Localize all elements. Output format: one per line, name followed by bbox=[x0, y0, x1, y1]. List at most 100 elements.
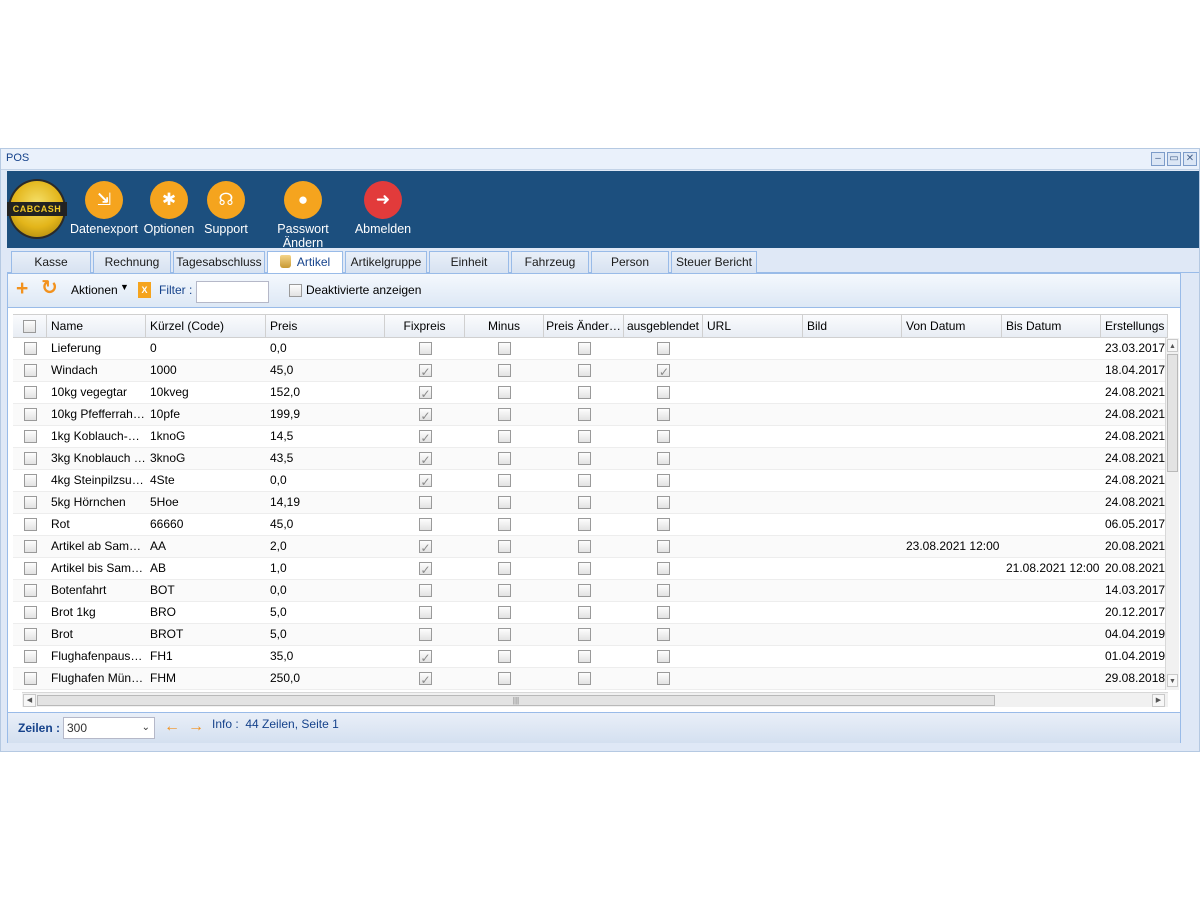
preis_aendern-checkbox[interactable] bbox=[577, 606, 591, 620]
actions-menu[interactable]: Aktionen bbox=[71, 283, 118, 297]
ausgeblendet-checkbox[interactable] bbox=[657, 496, 670, 510]
column-header-code[interactable]: Kürzel (Code) bbox=[146, 315, 266, 338]
table-row[interactable]: Brot BROT 5,0 04.04.2019 bbox=[13, 624, 1168, 646]
preis_aendern-checkbox[interactable] bbox=[577, 562, 591, 576]
column-header-url[interactable]: URL bbox=[703, 315, 803, 338]
tab-rechnung[interactable]: Rechnung bbox=[93, 251, 171, 273]
nav-optionen[interactable]: ✱ Optionen bbox=[143, 181, 195, 236]
row-select-checkbox[interactable] bbox=[23, 606, 37, 620]
row-select-checkbox[interactable] bbox=[23, 364, 37, 378]
preis_aendern-checkbox[interactable] bbox=[577, 474, 591, 488]
tab-einheit[interactable]: Einheit bbox=[429, 251, 509, 273]
table-row[interactable]: Lieferung 0 0,0 23.03.2017 bbox=[13, 338, 1168, 360]
ausgeblendet-checkbox[interactable] bbox=[657, 452, 670, 466]
fixpreis-checkbox[interactable] bbox=[418, 560, 432, 579]
row-select-checkbox[interactable] bbox=[23, 672, 37, 686]
preis_aendern-checkbox[interactable] bbox=[577, 496, 591, 510]
fixpreis-checkbox[interactable] bbox=[418, 406, 432, 425]
column-header-name[interactable]: Name bbox=[47, 315, 146, 338]
fixpreis-checkbox[interactable] bbox=[418, 342, 432, 356]
minus-checkbox[interactable] bbox=[498, 606, 511, 620]
ausgeblendet-checkbox[interactable] bbox=[657, 362, 670, 381]
row-select-checkbox[interactable] bbox=[23, 474, 37, 488]
excel-export-icon[interactable]: X bbox=[138, 282, 151, 298]
preis_aendern-checkbox[interactable] bbox=[577, 408, 591, 422]
ausgeblendet-checkbox[interactable] bbox=[657, 474, 670, 488]
table-row[interactable]: Brot 1kg BRO 5,0 20.12.2017 bbox=[13, 602, 1168, 624]
preis_aendern-checkbox[interactable] bbox=[577, 540, 591, 554]
ausgeblendet-checkbox[interactable] bbox=[657, 584, 670, 598]
column-header-von-datum[interactable]: Von Datum bbox=[902, 315, 1002, 338]
tab-tagesabschluss[interactable]: Tagesabschluss bbox=[173, 251, 265, 273]
fixpreis-checkbox[interactable] bbox=[418, 472, 432, 491]
minus-checkbox[interactable] bbox=[498, 496, 511, 510]
preis_aendern-checkbox[interactable] bbox=[577, 672, 591, 686]
minus-checkbox[interactable] bbox=[498, 628, 511, 642]
refresh-icon[interactable]: ↻ bbox=[41, 278, 58, 298]
horizontal-scrollbar[interactable]: ◀ ||| ▶ bbox=[22, 692, 1168, 707]
add-icon[interactable]: + bbox=[16, 278, 28, 299]
minus-checkbox[interactable] bbox=[498, 386, 511, 400]
fixpreis-checkbox[interactable] bbox=[418, 518, 432, 532]
preis_aendern-checkbox[interactable] bbox=[577, 628, 591, 642]
table-row[interactable]: Windach 1000 45,0 18.04.2017 bbox=[13, 360, 1168, 382]
column-header-preis[interactable]: Preis bbox=[266, 315, 385, 338]
column-header-erstellungsdatum[interactable]: Erstellungs bbox=[1101, 315, 1168, 338]
preis_aendern-checkbox[interactable] bbox=[577, 518, 591, 532]
fixpreis-checkbox[interactable] bbox=[418, 450, 432, 469]
ausgeblendet-checkbox[interactable] bbox=[657, 650, 670, 664]
ausgeblendet-checkbox[interactable] bbox=[657, 518, 670, 532]
column-header-preis-aendern[interactable]: Preis Änder… bbox=[544, 315, 624, 338]
column-header-fixpreis[interactable]: Fixpreis bbox=[385, 315, 465, 338]
table-row[interactable]: 10kg vegegtar 10kveg 152,0 24.08.2021 bbox=[13, 382, 1168, 404]
tab-steuer-bericht[interactable]: Steuer Bericht bbox=[671, 251, 757, 273]
fixpreis-checkbox[interactable] bbox=[418, 538, 432, 557]
fixpreis-checkbox[interactable] bbox=[418, 606, 432, 620]
fixpreis-checkbox[interactable] bbox=[418, 648, 432, 667]
fixpreis-checkbox[interactable] bbox=[418, 670, 432, 689]
tab-kasse[interactable]: Kasse bbox=[11, 251, 91, 273]
horizontal-scroll-thumb[interactable]: ||| bbox=[37, 695, 995, 706]
column-header-ausgeblendet[interactable]: ausgeblendet bbox=[624, 315, 703, 338]
ausgeblendet-checkbox[interactable] bbox=[657, 562, 670, 576]
ausgeblendet-checkbox[interactable] bbox=[657, 430, 670, 444]
minus-checkbox[interactable] bbox=[498, 364, 511, 378]
table-row[interactable]: 1kg Koblauch-Gr… 1knoG 14,5 24.08.2021 bbox=[13, 426, 1168, 448]
show-deactivated-checkbox[interactable] bbox=[289, 284, 302, 297]
preis_aendern-checkbox[interactable] bbox=[577, 584, 591, 598]
row-select-checkbox[interactable] bbox=[23, 496, 37, 510]
row-select-checkbox[interactable] bbox=[23, 518, 37, 532]
tab-artikelgruppe[interactable]: Artikelgruppe bbox=[345, 251, 427, 273]
preis_aendern-checkbox[interactable] bbox=[577, 364, 591, 378]
row-select-checkbox[interactable] bbox=[23, 386, 37, 400]
preis_aendern-checkbox[interactable] bbox=[577, 452, 591, 466]
table-row[interactable]: Artikel bis Samstag AB 1,0 21.08.2021 12:00… bbox=[13, 558, 1168, 580]
minus-checkbox[interactable] bbox=[498, 452, 511, 466]
minus-checkbox[interactable] bbox=[498, 342, 511, 356]
table-row[interactable]: 5kg Hörnchen 5Hoe 14,19 24.08.2021 bbox=[13, 492, 1168, 514]
scroll-down-icon[interactable]: ▼ bbox=[1167, 674, 1178, 687]
filter-input[interactable] bbox=[196, 281, 269, 303]
table-row[interactable]: Flughafenpausch… FH1 35,0 01.04.2019 bbox=[13, 646, 1168, 668]
preis_aendern-checkbox[interactable] bbox=[577, 342, 591, 356]
scroll-right-icon[interactable]: ▶ bbox=[1152, 694, 1165, 707]
table-row[interactable]: Flughafen Münch… FHM 250,0 29.08.2018 bbox=[13, 668, 1168, 690]
minus-checkbox[interactable] bbox=[498, 540, 511, 554]
row-select-checkbox[interactable] bbox=[23, 584, 37, 598]
preis_aendern-checkbox[interactable] bbox=[577, 430, 591, 444]
minus-checkbox[interactable] bbox=[498, 562, 511, 576]
rows-per-page-select[interactable]: 300 ⌄ bbox=[63, 717, 155, 739]
minus-checkbox[interactable] bbox=[498, 430, 511, 444]
row-select-checkbox[interactable] bbox=[23, 628, 37, 642]
row-select-checkbox[interactable] bbox=[23, 540, 37, 554]
row-select-checkbox[interactable] bbox=[23, 430, 37, 444]
nav-support[interactable]: ☊ Support bbox=[201, 181, 251, 236]
minus-checkbox[interactable] bbox=[498, 474, 511, 488]
fixpreis-checkbox[interactable] bbox=[418, 428, 432, 447]
preis_aendern-checkbox[interactable] bbox=[577, 650, 591, 664]
ausgeblendet-checkbox[interactable] bbox=[657, 342, 670, 356]
fixpreis-checkbox[interactable] bbox=[418, 496, 432, 510]
fixpreis-checkbox[interactable] bbox=[418, 362, 432, 381]
fixpreis-checkbox[interactable] bbox=[418, 628, 432, 642]
row-select-checkbox[interactable] bbox=[23, 650, 37, 664]
